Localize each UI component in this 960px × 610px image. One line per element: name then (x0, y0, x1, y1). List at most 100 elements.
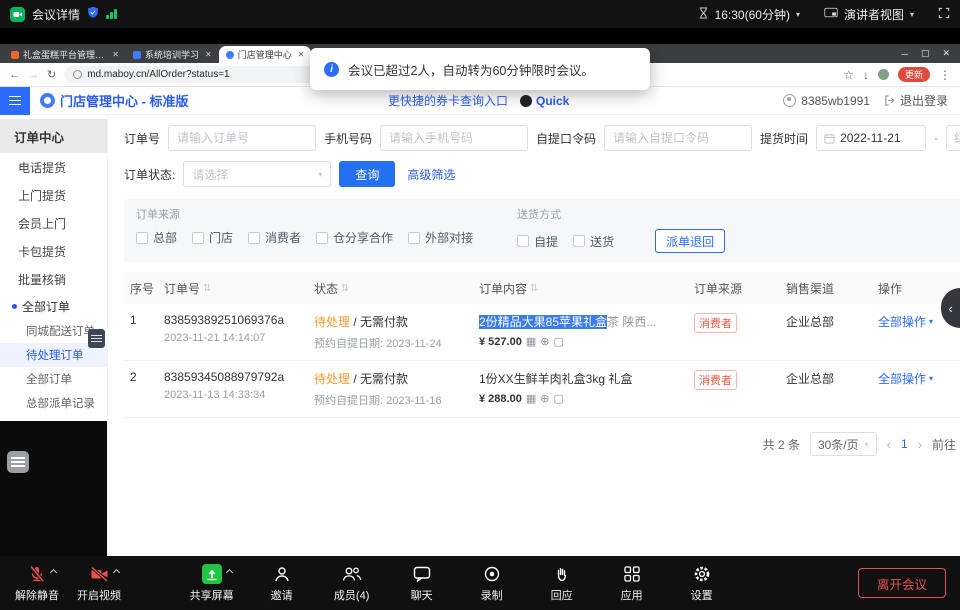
mic-options-caret[interactable] (50, 569, 57, 576)
timer-dropdown-icon[interactable]: ▾ (796, 10, 800, 19)
pickup-code-input[interactable] (604, 125, 752, 151)
quick-entry[interactable]: Quick (520, 94, 569, 108)
meeting-widget-icon[interactable] (7, 451, 29, 473)
sidebar-item-hq-dispatch-log[interactable]: 总部派单记录 (0, 391, 107, 415)
sort-icon[interactable]: ⇅ (341, 283, 349, 294)
browser-tab[interactable]: 礼盒蛋糕平台管理中心 ✕ (4, 46, 126, 63)
invite-button[interactable]: 邀请 (259, 563, 305, 603)
security-shield-icon[interactable] (87, 6, 99, 22)
sort-icon[interactable]: ⇅ (203, 283, 211, 294)
chat-button[interactable]: 聊天 (399, 563, 445, 603)
order-status-select[interactable]: 请选择 ▾ (183, 161, 331, 187)
search-button[interactable]: 查询 (339, 161, 395, 187)
qr-icon[interactable]: ▦ (526, 393, 536, 405)
meeting-app-icon (10, 7, 25, 22)
site-logo[interactable]: 门店管理中心 - 标准版 (40, 91, 189, 110)
sidebar-item-all-orders[interactable]: 全部订单 (0, 367, 107, 391)
view-mode-label[interactable]: 演讲者视图 (844, 6, 904, 23)
account-menu[interactable]: 8385wb1991 (783, 94, 870, 108)
source-option-store[interactable]: 门店 (192, 229, 233, 246)
row-actions-dropdown[interactable]: 全部操作▾ (878, 370, 933, 387)
checkbox[interactable] (408, 232, 420, 244)
browser-menu-icon[interactable]: ⋮ (939, 68, 951, 82)
checkbox[interactable] (517, 235, 529, 247)
tab-close-icon[interactable]: ✕ (205, 50, 212, 59)
add-circle-icon[interactable]: ⊕ (540, 393, 549, 405)
coupon-query-link[interactable]: 更快捷的券卡查询入口 (388, 92, 508, 109)
camera-options-caret[interactable] (112, 569, 119, 576)
source-option-external[interactable]: 外部对接 (408, 229, 473, 246)
meeting-toast: i 会议已超过2人，自动转为60分钟限时会议。 (310, 48, 650, 90)
reactions-button[interactable]: 回应 (539, 563, 585, 603)
record-button[interactable]: 录制 (469, 563, 515, 603)
browser-tab[interactable]: 系统培训学习 ✕ (126, 46, 219, 63)
order-no-input[interactable] (168, 125, 316, 151)
row-actions-dropdown[interactable]: 全部操作▾ (878, 313, 933, 330)
sidebar-item-door-pickup[interactable]: 上门提货 (0, 181, 107, 209)
window-close-icon[interactable]: ✕ (942, 48, 950, 59)
date-start-input[interactable] (840, 131, 918, 145)
checkbox[interactable] (248, 232, 260, 244)
sidebar-item-phone-pickup[interactable]: 电话提货 (0, 153, 107, 181)
leave-meeting-button[interactable]: 离开会议 (858, 568, 946, 598)
checkbox[interactable] (573, 235, 585, 247)
next-page-icon[interactable]: › (918, 437, 922, 452)
sort-icon[interactable]: ⇅ (530, 283, 538, 294)
settings-button[interactable]: 设置 (679, 563, 725, 603)
source-option-hq[interactable]: 总部 (136, 229, 177, 246)
prev-page-icon[interactable]: ‹ (887, 437, 891, 452)
date-end-picker[interactable] (946, 125, 960, 151)
source-option-consumer[interactable]: 消费者 (248, 229, 301, 246)
window-minimize-icon[interactable]: ─ (902, 49, 908, 59)
start-video-button[interactable]: 开启视频 (76, 563, 122, 603)
date-start-picker[interactable] (816, 125, 926, 151)
source-option-share-coop[interactable]: 仓分享合作 (316, 229, 393, 246)
browser-tab-active[interactable]: 门店管理中心 ✕ (219, 46, 312, 63)
meeting-title[interactable]: 会议详情 (32, 6, 80, 23)
qr-icon[interactable]: ▦ (526, 336, 536, 348)
members-button[interactable]: 成员(4) (329, 563, 375, 603)
order-status-label: 订单状态: (124, 166, 175, 183)
current-page[interactable]: 1 (901, 437, 908, 451)
apps-button[interactable]: 应用 (609, 563, 655, 603)
browser-update-button[interactable]: 更新 (898, 67, 930, 82)
fullscreen-icon[interactable] (938, 7, 950, 22)
doc-icon[interactable]: ▢ (553, 393, 563, 405)
pickup-code-label: 自提口令码 (536, 130, 596, 147)
forward-icon[interactable]: → (28, 69, 39, 81)
checkbox[interactable] (192, 232, 204, 244)
sidebar-item-batch-verify[interactable]: 批量核销 (0, 265, 107, 293)
date-end-input[interactable] (954, 131, 960, 145)
page-size-select[interactable]: 30条/页 ▾ (810, 432, 877, 456)
checkbox[interactable] (136, 232, 148, 244)
doc-icon[interactable]: ▢ (553, 336, 563, 348)
sidebar-section-order-center[interactable]: 订单中心 (0, 119, 107, 153)
advanced-filter-link[interactable]: 高级筛选 (407, 166, 455, 183)
tab-close-icon[interactable]: ✕ (112, 50, 119, 59)
phone-input[interactable] (380, 125, 528, 151)
sidebar-item-member-visit[interactable]: 会员上门 (0, 209, 107, 237)
share-screen-button[interactable]: 共享屏幕 (189, 563, 235, 603)
delivery-option-pickup[interactable]: 自提 (517, 233, 558, 250)
dispatch-return-button[interactable]: 派单退回 (655, 229, 725, 253)
logout-button[interactable]: 退出登录 (884, 92, 948, 109)
delivery-option-deliver[interactable]: 送货 (573, 233, 614, 250)
unmute-button[interactable]: 解除静音 (14, 563, 60, 603)
view-dropdown-icon[interactable]: ▾ (910, 10, 914, 19)
browser-profile-avatar[interactable] (878, 69, 889, 80)
tab-close-icon[interactable]: ✕ (298, 50, 305, 59)
add-circle-icon[interactable]: ⊕ (540, 336, 549, 348)
refresh-icon[interactable]: ↻ (47, 68, 56, 81)
checkbox[interactable] (316, 232, 328, 244)
sidebar-dock-icon[interactable] (88, 329, 105, 348)
download-icon[interactable]: ↓ (863, 68, 869, 82)
site-info-icon[interactable] (73, 70, 82, 79)
bookmark-star-icon[interactable]: ☆ (843, 68, 854, 82)
hamburger-menu-icon[interactable] (0, 87, 30, 115)
apps-grid-icon (623, 565, 641, 583)
back-icon[interactable]: ← (9, 69, 20, 81)
share-options-caret[interactable] (226, 569, 233, 576)
window-maximize-icon[interactable]: ▢ (921, 48, 930, 59)
sidebar-group-all-orders[interactable]: 全部订单 (0, 293, 107, 319)
sidebar-item-card-pickup[interactable]: 卡包提货 (0, 237, 107, 265)
